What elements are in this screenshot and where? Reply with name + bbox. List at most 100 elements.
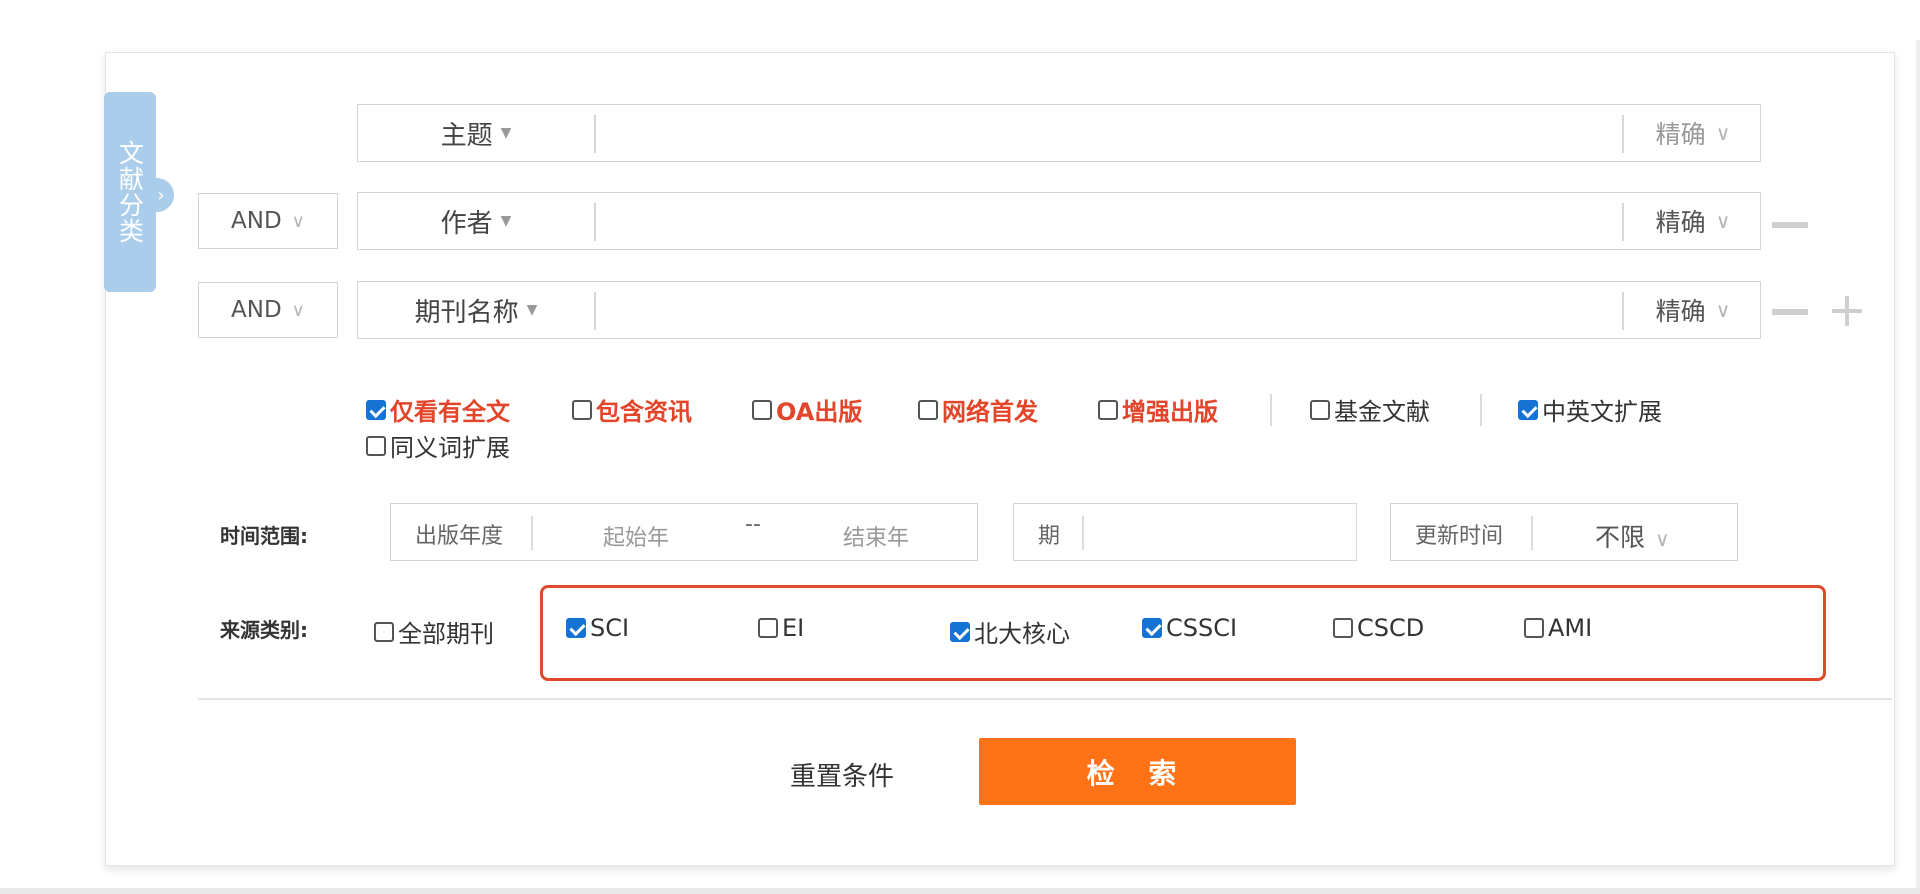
remove-row-button[interactable] [1772,222,1808,228]
field-select-label: 期刊名称 [414,297,519,328]
checkbox-checked[interactable] [366,399,386,420]
checkbox-checked[interactable] [566,618,586,638]
checkbox[interactable] [374,621,394,642]
option-label: 北大核心 [974,620,1070,648]
option-label: EI [782,614,805,642]
year-type-select[interactable]: 出版年度 [415,518,503,550]
issue-input[interactable] [1090,510,1354,556]
match-select-label: 精确 [1655,208,1706,237]
field-separator [594,115,596,153]
update-time-value: 不限 [1595,523,1646,552]
checkbox[interactable] [1098,399,1118,420]
checkbox[interactable] [758,618,778,638]
logic-select-label: AND [231,297,282,323]
checkbox[interactable] [572,399,592,420]
option-label: 增强出版 [1122,398,1218,426]
time-range-label: 时间范围: [220,524,308,548]
search-input-1[interactable] [598,111,1662,157]
option-label: 中英文扩展 [1542,398,1662,426]
checkbox-checked[interactable] [1518,399,1538,420]
source-pku-core[interactable]: 北大核心 [950,614,1070,649]
search-row-1: 主题 ▼ 精确 ∨ [357,104,1761,162]
field-separator [594,203,596,241]
source-all[interactable]: 全部期刊 [374,614,494,649]
match-select-label: 精确 [1655,120,1706,149]
option-label: 仅看有全文 [390,398,510,426]
source-sci[interactable]: SCI [566,614,629,642]
section-divider [198,698,1892,700]
checkbox[interactable] [752,399,772,420]
logic-select-label: AND [231,208,282,234]
start-year-input[interactable]: 起始年 [603,520,669,552]
field-select-label: 主题 [440,120,493,151]
option-label: 全部期刊 [398,620,494,648]
end-year-input[interactable]: 结束年 [843,520,909,552]
field-select-1[interactable]: 主题 ▼ [358,105,594,161]
option-enhanced[interactable]: 增强出版 [1098,392,1218,427]
range-dash: -- [745,512,761,537]
match-separator [1622,115,1624,153]
match-select-2[interactable]: 精确 ∨ [1626,193,1760,249]
option-label: 网络首发 [942,398,1038,426]
year-range-box: 出版年度 起始年 -- 结束年 [390,503,978,561]
match-select-3[interactable]: 精确 ∨ [1626,282,1760,338]
source-ei[interactable]: EI [758,614,804,642]
checkbox[interactable] [366,435,386,456]
field-select-label: 作者 [440,208,493,239]
source-cssci[interactable]: CSSCI [1142,614,1237,642]
remove-row-button[interactable] [1772,309,1808,315]
option-label: 基金文献 [1334,398,1430,426]
separator [531,516,533,550]
option-oa[interactable]: OA出版 [752,392,862,427]
search-input-3[interactable] [598,288,1662,334]
checkbox-checked[interactable] [1142,618,1162,638]
add-row-button[interactable] [1832,296,1862,326]
option-full-text[interactable]: 仅看有全文 [366,392,510,427]
caret-down-icon: ▼ [500,125,512,141]
option-online-first[interactable]: 网络首发 [918,392,1038,427]
option-fund[interactable]: 基金文献 [1310,392,1430,427]
divider [1480,394,1482,426]
checkbox[interactable] [918,399,938,420]
option-label: CSSCI [1166,614,1238,642]
option-label: 同义词扩展 [390,434,510,462]
search-input-2[interactable] [598,199,1662,245]
option-synonym[interactable]: 同义词扩展 [366,428,510,463]
checkbox[interactable] [1310,399,1330,420]
search-button[interactable]: 检 索 [979,738,1296,805]
option-cn-en[interactable]: 中英文扩展 [1518,392,1662,427]
update-time-box: 更新时间 不限 ∨ [1390,503,1738,561]
chevron-down-icon: ∨ [1655,527,1670,551]
chevron-down-icon: ∨ [291,210,305,232]
logic-select-2[interactable]: AND ∨ [198,193,338,249]
match-select-1[interactable]: 精确 ∨ [1626,105,1760,161]
reset-button[interactable]: 重置条件 [790,756,894,793]
caret-down-icon: ▼ [500,213,512,229]
match-select-label: 精确 [1655,297,1706,326]
divider [1270,394,1272,426]
bottom-band [0,888,1920,894]
separator [1531,516,1533,550]
search-row-3: 期刊名称 ▼ 精确 ∨ [357,281,1761,339]
update-time-select[interactable]: 不限 ∨ [1595,518,1670,554]
option-label: 包含资讯 [596,398,692,426]
caret-down-icon: ▼ [526,302,538,318]
field-separator [594,292,596,330]
source-ami[interactable]: AMI [1524,614,1592,642]
match-separator [1622,203,1624,241]
scrollbar-track [1916,40,1920,888]
option-label: CSCD [1357,614,1425,642]
search-row-2: 作者 ▼ 精确 ∨ [357,192,1761,250]
option-news[interactable]: 包含资讯 [572,392,692,427]
checkbox-checked[interactable] [950,621,970,642]
checkbox[interactable] [1333,618,1353,638]
source-cscd[interactable]: CSCD [1333,614,1424,642]
issue-box: 期 [1013,503,1357,561]
chevron-down-icon: ∨ [1715,209,1731,233]
field-select-2[interactable]: 作者 ▼ [358,193,594,249]
issue-label: 期 [1038,524,1061,549]
field-select-3[interactable]: 期刊名称 ▼ [358,282,594,338]
checkbox[interactable] [1524,618,1544,638]
logic-select-3[interactable]: AND ∨ [198,282,338,338]
option-label: AMI [1548,614,1593,642]
